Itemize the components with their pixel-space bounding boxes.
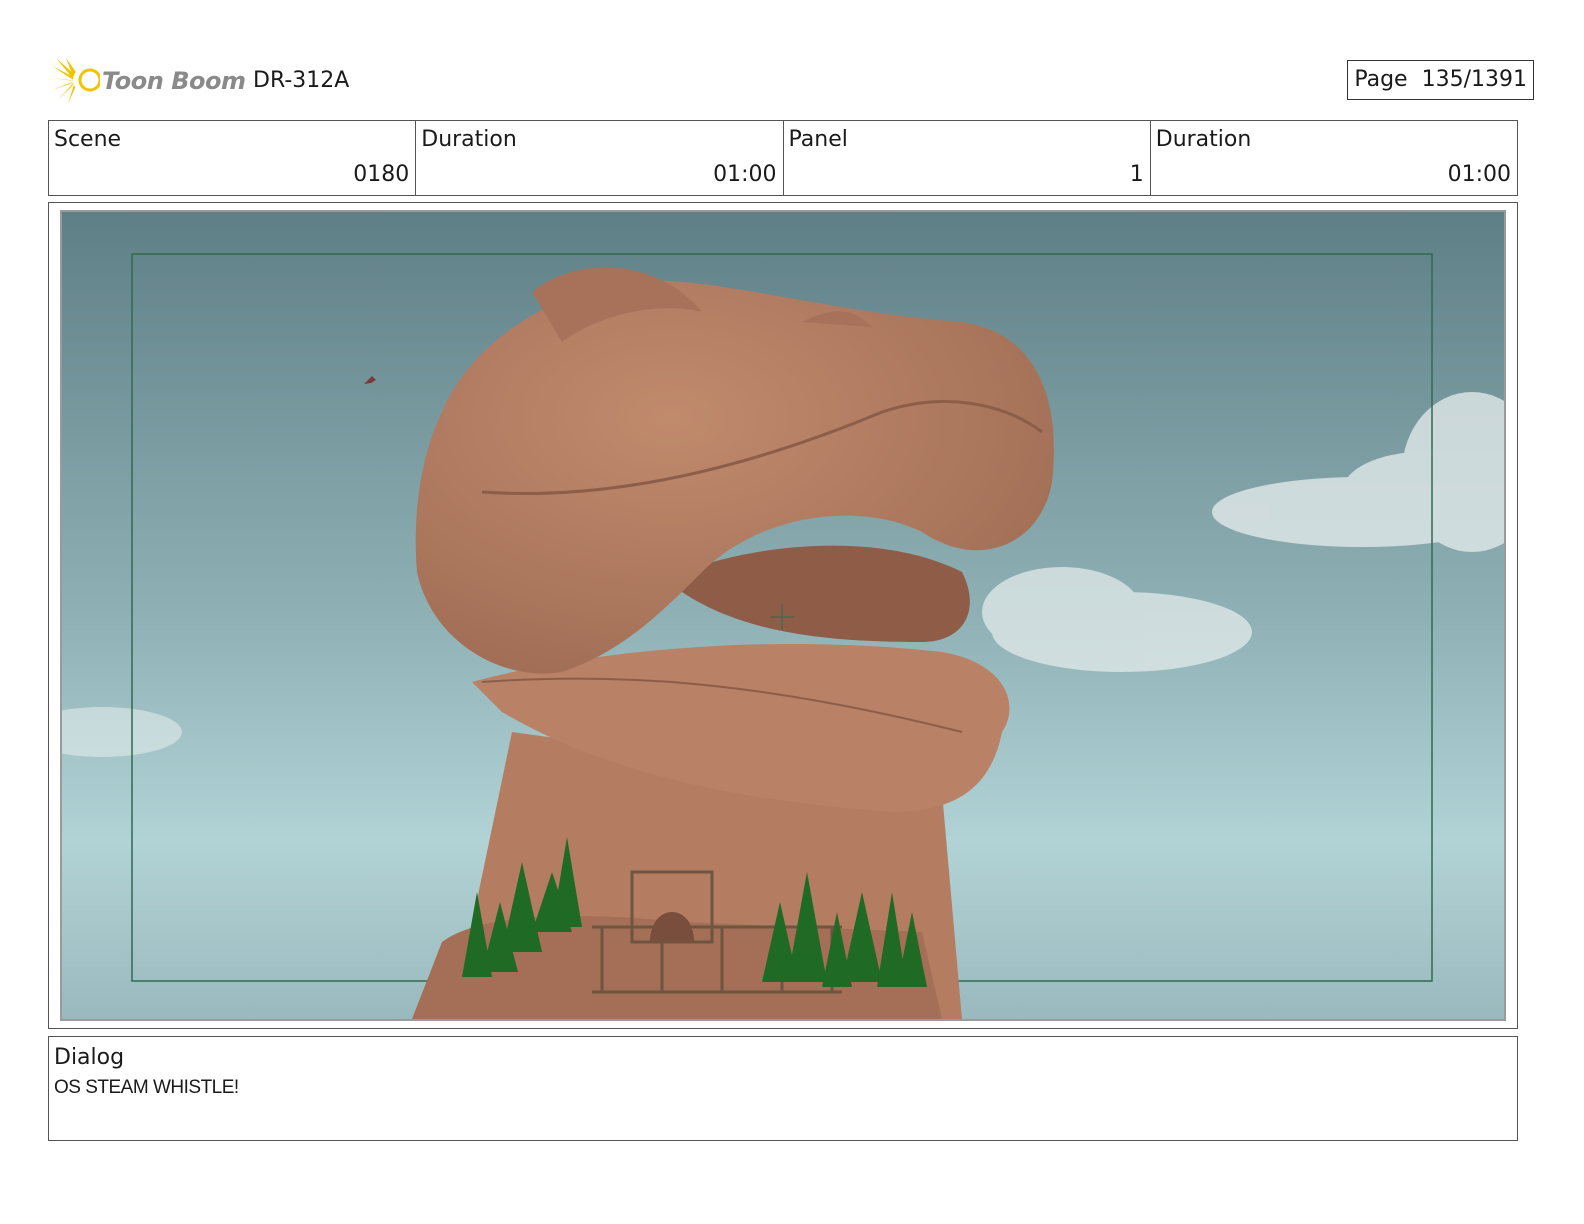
dialog-text: OS STEAM WHISTLE!	[54, 1077, 239, 1098]
scene-duration-cell: Duration 01:00	[416, 121, 784, 195]
page-indicator: Page 135/1391	[1347, 60, 1534, 100]
page-header: Toon Boom DR-312A Page 135/1391	[50, 56, 1534, 106]
storyboard-panel-frame	[48, 202, 1518, 1029]
dialog-label: Dialog	[54, 1045, 125, 1070]
panel-duration-value: 01:00	[1447, 162, 1511, 187]
page-label: Page	[1354, 67, 1408, 92]
dialog-box: Dialog OS STEAM WHISTLE!	[48, 1036, 1518, 1141]
page-number: 135/1391	[1421, 67, 1527, 92]
scene-info-table: Scene 0180 Duration 01:00 Panel 1 Durati…	[48, 120, 1518, 196]
scene-duration-value: 01:00	[713, 162, 777, 187]
panel-duration-cell: Duration 01:00	[1151, 121, 1517, 195]
logo-text: Toon Boom	[102, 67, 246, 95]
toon-boom-logo: Toon Boom	[50, 56, 246, 106]
panel-value: 1	[1129, 162, 1144, 187]
scene-cell: Scene 0180	[49, 121, 417, 195]
panel-image	[60, 210, 1506, 1021]
scene-value: 0180	[353, 162, 410, 187]
panel-label: Panel	[788, 127, 848, 152]
production-code: DR-312A	[253, 68, 350, 93]
panel-illustration	[62, 212, 1504, 1019]
scene-duration-label: Duration	[421, 127, 517, 152]
panel-cell: Panel 1	[784, 121, 1151, 195]
starburst-icon	[50, 58, 100, 104]
scene-label: Scene	[54, 127, 122, 152]
panel-duration-label: Duration	[1155, 127, 1252, 152]
